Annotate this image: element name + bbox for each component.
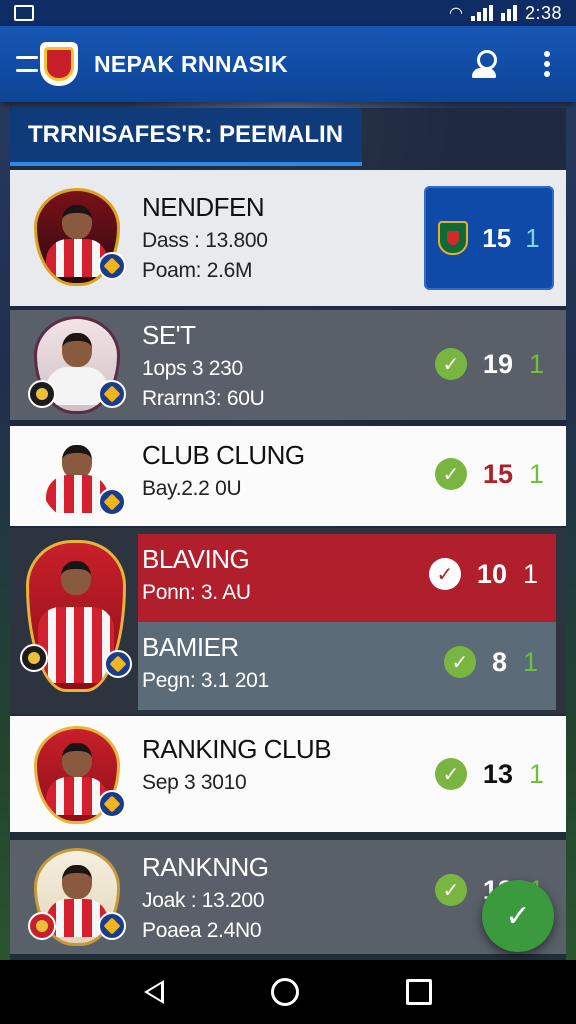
app-bar: NEPAK RNNASIK	[0, 26, 576, 102]
player-name: RANKING CLUB	[142, 734, 332, 764]
score-value: 15	[482, 458, 513, 489]
player-avatar	[20, 540, 132, 692]
player-stat: Bay.2.2 0U	[142, 477, 242, 500]
player-name: CLUB CLUNG	[142, 440, 305, 470]
score-group[interactable]: ✓ 13 1	[434, 758, 544, 790]
player-name: RANKNNG	[142, 852, 269, 882]
list-item[interactable]: BAMIER Pegn: 3.1 201 ✓ 8 1	[138, 622, 556, 710]
player-stat: 1ops 3 230	[142, 357, 243, 380]
score-count: 1	[522, 646, 538, 677]
profile-icon[interactable]	[472, 50, 498, 78]
player-stat: Poaea 2.4N0	[142, 919, 262, 942]
score-count: 1	[528, 758, 544, 789]
section-title[interactable]: TRRNISAFES'R: PEEMALIN	[10, 108, 362, 166]
club-badge-icon	[98, 488, 126, 516]
list-item[interactable]: CLUB CLUNG Bay.2.2 0U ✓ 15 1	[10, 426, 566, 526]
club-logo-icon	[40, 42, 78, 86]
player-stat: Rrarnn3: 60U	[142, 387, 265, 410]
player-name: SE'T	[142, 320, 196, 350]
player-stat: Ponn: 3. AU	[142, 581, 251, 604]
check-icon: ✓	[434, 348, 467, 380]
status-time: 2:38	[524, 2, 562, 23]
check-icon: ✓	[434, 458, 467, 490]
home-icon[interactable]	[270, 978, 299, 1006]
player-avatar	[34, 726, 126, 824]
player-stat: Joak : 13.200	[142, 889, 265, 912]
club-badge-icon	[20, 644, 48, 672]
more-options-icon[interactable]	[544, 51, 550, 77]
menu-icon[interactable]	[16, 56, 38, 72]
player-stat: Sep 3 3010	[142, 771, 247, 794]
list-item[interactable]: RANKING CLUB Sep 3 3010 ✓ 13 1	[10, 716, 566, 832]
score-value: 10	[476, 558, 507, 589]
club-badge-icon	[98, 912, 126, 940]
list-item[interactable]: NENDFEN Dass : 13.800 Poam: 2.6M 15 1	[10, 170, 566, 306]
score-value: 8	[491, 646, 507, 677]
recents-icon[interactable]	[406, 979, 433, 1005]
club-badge-icon	[98, 380, 126, 408]
list-item-highlighted[interactable]: BLAVING Ponn: 3. AU ✓ 10 1	[138, 534, 556, 622]
confirm-fab-button[interactable]: ✓	[482, 880, 554, 952]
system-nav-bar	[0, 960, 576, 1024]
player-stat: Pegn: 3.1 201	[142, 669, 269, 692]
score-value: 13	[482, 758, 513, 789]
club-badge-icon	[28, 380, 56, 408]
player-avatar	[28, 316, 126, 414]
score-count: 1	[525, 222, 540, 253]
score-count: 1	[522, 558, 538, 589]
player-avatar	[28, 848, 126, 946]
check-icon: ✓	[428, 558, 461, 590]
score-count: 1	[528, 458, 544, 489]
battery-signal-icon	[500, 5, 517, 21]
check-icon: ✓	[434, 758, 467, 790]
score-group[interactable]: ✓ 15 1	[434, 458, 544, 490]
transfer-list: TRRNISAFES'R: PEEMALIN NENDFEN Dass : 13…	[10, 108, 566, 960]
score-value: 15	[482, 222, 512, 253]
score-group[interactable]: ✓ 10 1	[428, 558, 538, 590]
signal-icon	[470, 5, 493, 21]
back-icon[interactable]	[143, 980, 164, 1004]
team-crest-icon	[438, 221, 469, 255]
player-avatar	[34, 428, 126, 522]
player-name: BLAVING	[142, 544, 250, 574]
check-icon: ✓	[443, 646, 476, 678]
club-badge-icon	[98, 790, 126, 818]
club-badge-icon	[104, 650, 132, 678]
score-count: 1	[528, 348, 544, 379]
wifi-icon: ◠	[448, 5, 463, 22]
score-box[interactable]: 15 1	[424, 186, 554, 290]
club-badge-icon	[28, 912, 56, 940]
player-name: BAMIER	[142, 632, 239, 662]
notification-icon	[14, 5, 34, 21]
club-badge-icon	[98, 252, 126, 280]
status-bar: ◠ 2:38	[0, 0, 576, 26]
list-item[interactable]: RANKNNG Joak : 13.200 Poaea 2.4N0 ✓ 13 1	[10, 840, 566, 954]
player-name: NENDFEN	[142, 192, 265, 222]
player-stat: Poam: 2.6M	[142, 259, 253, 282]
list-item-group[interactable]: BLAVING Ponn: 3. AU ✓ 10 1 BAMIER Pegn: …	[10, 528, 566, 714]
player-avatar	[34, 188, 126, 286]
player-stat: Dass : 13.800	[142, 229, 268, 252]
check-icon: ✓	[434, 874, 467, 906]
app-title: NEPAK RNNASIK	[94, 50, 288, 77]
score-value: 19	[482, 348, 513, 379]
score-group[interactable]: ✓ 19 1	[434, 348, 544, 380]
score-group[interactable]: ✓ 8 1	[443, 646, 538, 678]
list-item[interactable]: SE'T 1ops 3 230 Rrarnn3: 60U ✓ 19 1	[10, 310, 566, 420]
